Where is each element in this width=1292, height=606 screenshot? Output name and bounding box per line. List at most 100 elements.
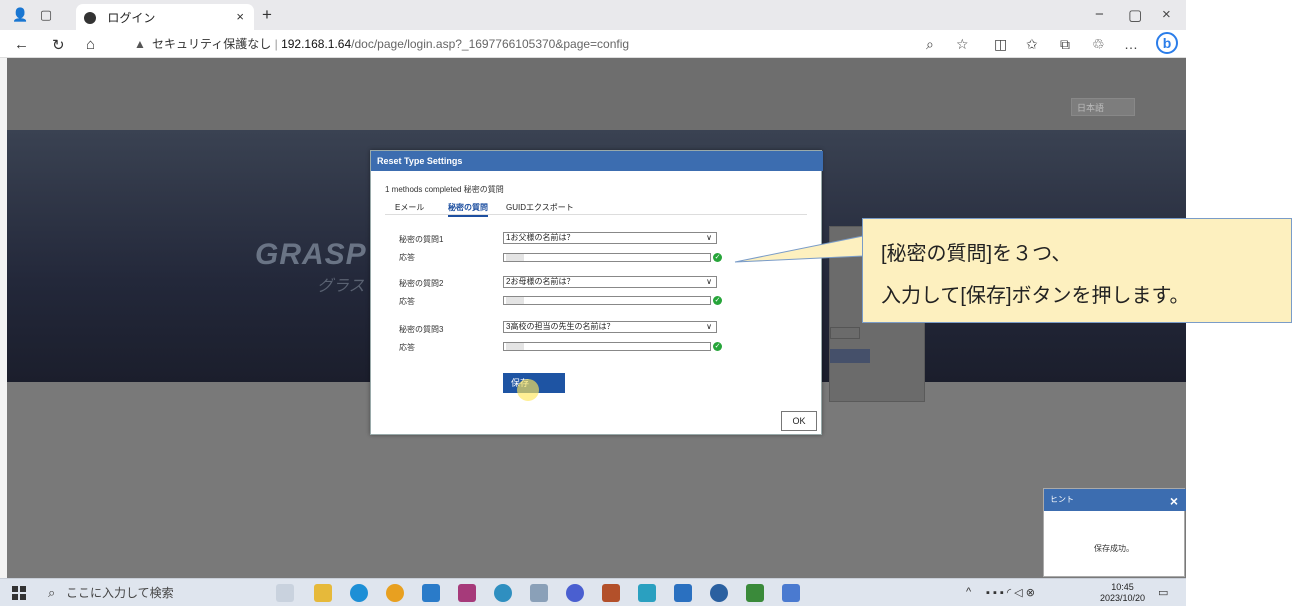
taskbar: ⌕ ここに入力して検索 ^ ▪ ▪ ▪ ◜ ◁ ⊗ 10:45 2023/10/… xyxy=(0,578,1186,606)
question-3-label: 秘密の質問3 xyxy=(399,325,444,334)
app-icon[interactable] xyxy=(638,584,656,602)
app-icon[interactable] xyxy=(566,584,584,602)
question-1-value: 1お父様の名前は？ xyxy=(506,233,575,242)
dialog-tabs: Eメール 秘密の質問 GUIDエクスポート xyxy=(385,200,807,217)
question-2-select[interactable]: 2お母様の名前は？ ∨ xyxy=(503,276,717,288)
answer-2-input[interactable] xyxy=(503,296,711,305)
tab-close-icon[interactable]: × xyxy=(236,9,244,24)
answer-1-input[interactable] xyxy=(503,253,711,262)
chevron-down-icon: ∨ xyxy=(706,277,712,286)
home-icon[interactable]: ⌂ xyxy=(86,36,95,53)
tray-chevron-icon[interactable]: ^ xyxy=(966,586,971,598)
dialog-title: Reset Type Settings xyxy=(371,151,823,171)
zoom-icon[interactable]: ⌕ xyxy=(926,36,934,53)
security-warning[interactable]: セキュリティ保護なし xyxy=(152,37,271,51)
more-icon[interactable]: … xyxy=(1124,36,1138,52)
taskbar-clock[interactable]: 10:45 2023/10/20 xyxy=(1100,582,1145,604)
check-icon: ✓ xyxy=(713,296,722,305)
app-icon[interactable] xyxy=(458,584,476,602)
tray-icons[interactable]: ▪ ▪ ▪ ◜ ◁ ⊗ xyxy=(986,586,1035,599)
profile-icon[interactable]: 👤 xyxy=(12,7,28,23)
url-path: /doc/page/login.asp?_1697766105370&page=… xyxy=(351,37,630,51)
address-bar-row: ← ↻ ⌂ ▲ セキュリティ保護なし | 192.168.1.64/doc/pa… xyxy=(0,30,1186,58)
chevron-down-icon: ∨ xyxy=(706,233,712,242)
maximize-button[interactable]: ▢ xyxy=(1128,6,1142,24)
refresh-icon[interactable]: ↻ xyxy=(52,36,65,54)
answer-2-label: 応答 xyxy=(399,297,415,306)
logo: GRASP xyxy=(255,238,367,271)
mouse-cursor-highlight xyxy=(517,379,539,401)
close-icon[interactable]: × xyxy=(1170,493,1178,509)
collections-icon[interactable]: ⧉ xyxy=(1060,36,1070,53)
search-placeholder: ここに入力して検索 xyxy=(66,586,174,600)
url-host: 192.168.1.64 xyxy=(281,37,352,51)
back-icon[interactable]: ← xyxy=(14,36,29,53)
file-explorer-icon[interactable] xyxy=(314,584,332,602)
split-screen-icon[interactable]: ◫ xyxy=(994,36,1007,53)
hint-toast: ヒント × 保存成功。 xyxy=(1043,488,1186,577)
language-select[interactable]: 日本語 xyxy=(1071,98,1135,116)
search-icon: ⌕ xyxy=(48,585,56,600)
bing-icon[interactable]: b xyxy=(1156,32,1178,54)
hint-message: 保存成功。 xyxy=(1094,544,1134,553)
question-2-value: 2お母様の名前は？ xyxy=(506,277,575,286)
minimize-button[interactable]: − xyxy=(1095,6,1104,23)
tab-security-question[interactable]: 秘密の質問 xyxy=(448,202,488,217)
tab-actions-icon[interactable]: ▢ xyxy=(38,7,54,23)
masked-answer xyxy=(506,297,524,304)
edge-icon[interactable] xyxy=(350,584,368,602)
new-tab-button[interactable]: + xyxy=(262,5,272,25)
site-favicon-icon xyxy=(84,12,96,24)
answer-3-label: 応答 xyxy=(399,343,415,352)
callout-pointer xyxy=(734,235,864,263)
question-3-select[interactable]: 3高校の担当の先生の名前は？ ∨ xyxy=(503,321,717,333)
hint-title: ヒント xyxy=(1044,489,1186,511)
task-view-icon[interactable] xyxy=(276,584,294,602)
app-icon[interactable] xyxy=(494,584,512,602)
clock-time: 10:45 xyxy=(1111,582,1134,592)
question-2-label: 秘密の質問2 xyxy=(399,279,444,288)
app-icon[interactable] xyxy=(422,584,440,602)
browser-tab-bar: 👤 ▢ ログイン × + − ▢ × xyxy=(0,0,1186,30)
page-header-band xyxy=(7,58,1186,130)
masked-answer xyxy=(506,343,524,350)
app-icon[interactable] xyxy=(602,584,620,602)
windows-start-icon[interactable] xyxy=(12,586,26,600)
app-icon[interactable] xyxy=(746,584,764,602)
login-field xyxy=(830,327,860,339)
notification-icon[interactable]: ▭ xyxy=(1158,586,1168,599)
masked-answer xyxy=(506,254,524,261)
tab-title: ログイン xyxy=(107,11,156,25)
warning-icon: ▲ xyxy=(134,37,146,51)
check-icon: ✓ xyxy=(713,342,722,351)
hint-title-text: ヒント xyxy=(1050,495,1074,504)
callout-line-1: [秘密の質問]を３つ、 xyxy=(881,243,1072,265)
clock-date: 2023/10/20 xyxy=(1100,593,1146,603)
address-bar[interactable]: ▲ セキュリティ保護なし | 192.168.1.64/doc/page/log… xyxy=(124,33,914,55)
instruction-callout: [秘密の質問]を３つ、 入力して[保存]ボタンを押します。 xyxy=(862,218,1292,323)
answer-3-input[interactable] xyxy=(503,342,711,351)
app-icon[interactable] xyxy=(674,584,692,602)
browser-tab[interactable]: ログイン × xyxy=(76,4,254,30)
login-button xyxy=(830,349,870,363)
favorites-icon[interactable]: ✩ xyxy=(1026,36,1038,53)
logo-sub: グラス xyxy=(317,278,365,295)
favorite-star-icon[interactable]: ☆ xyxy=(956,36,969,53)
app-icon[interactable] xyxy=(782,584,800,602)
chrome-icon[interactable] xyxy=(386,584,404,602)
dialog-status: 1 methods completed 秘密の質問 xyxy=(385,185,504,194)
app-icon[interactable] xyxy=(530,584,548,602)
app-icon[interactable] xyxy=(710,584,728,602)
chevron-down-icon: ∨ xyxy=(706,322,712,331)
window-close-button[interactable]: × xyxy=(1162,6,1171,23)
tab-email[interactable]: Eメール xyxy=(395,202,424,213)
check-icon: ✓ xyxy=(713,253,722,262)
ok-button[interactable]: OK xyxy=(781,411,817,431)
taskbar-search[interactable]: ⌕ ここに入力して検索 xyxy=(42,581,252,605)
tab-guid-export[interactable]: GUIDエクスポート xyxy=(506,202,574,213)
answer-1-label: 応答 xyxy=(399,253,415,262)
question-3-value: 3高校の担当の先生の名前は？ xyxy=(506,322,615,331)
callout-line-2: 入力して[保存]ボタンを押します。 xyxy=(881,285,1190,307)
extensions-icon[interactable]: ♲ xyxy=(1092,36,1105,53)
question-1-select[interactable]: 1お父様の名前は？ ∨ xyxy=(503,232,717,244)
